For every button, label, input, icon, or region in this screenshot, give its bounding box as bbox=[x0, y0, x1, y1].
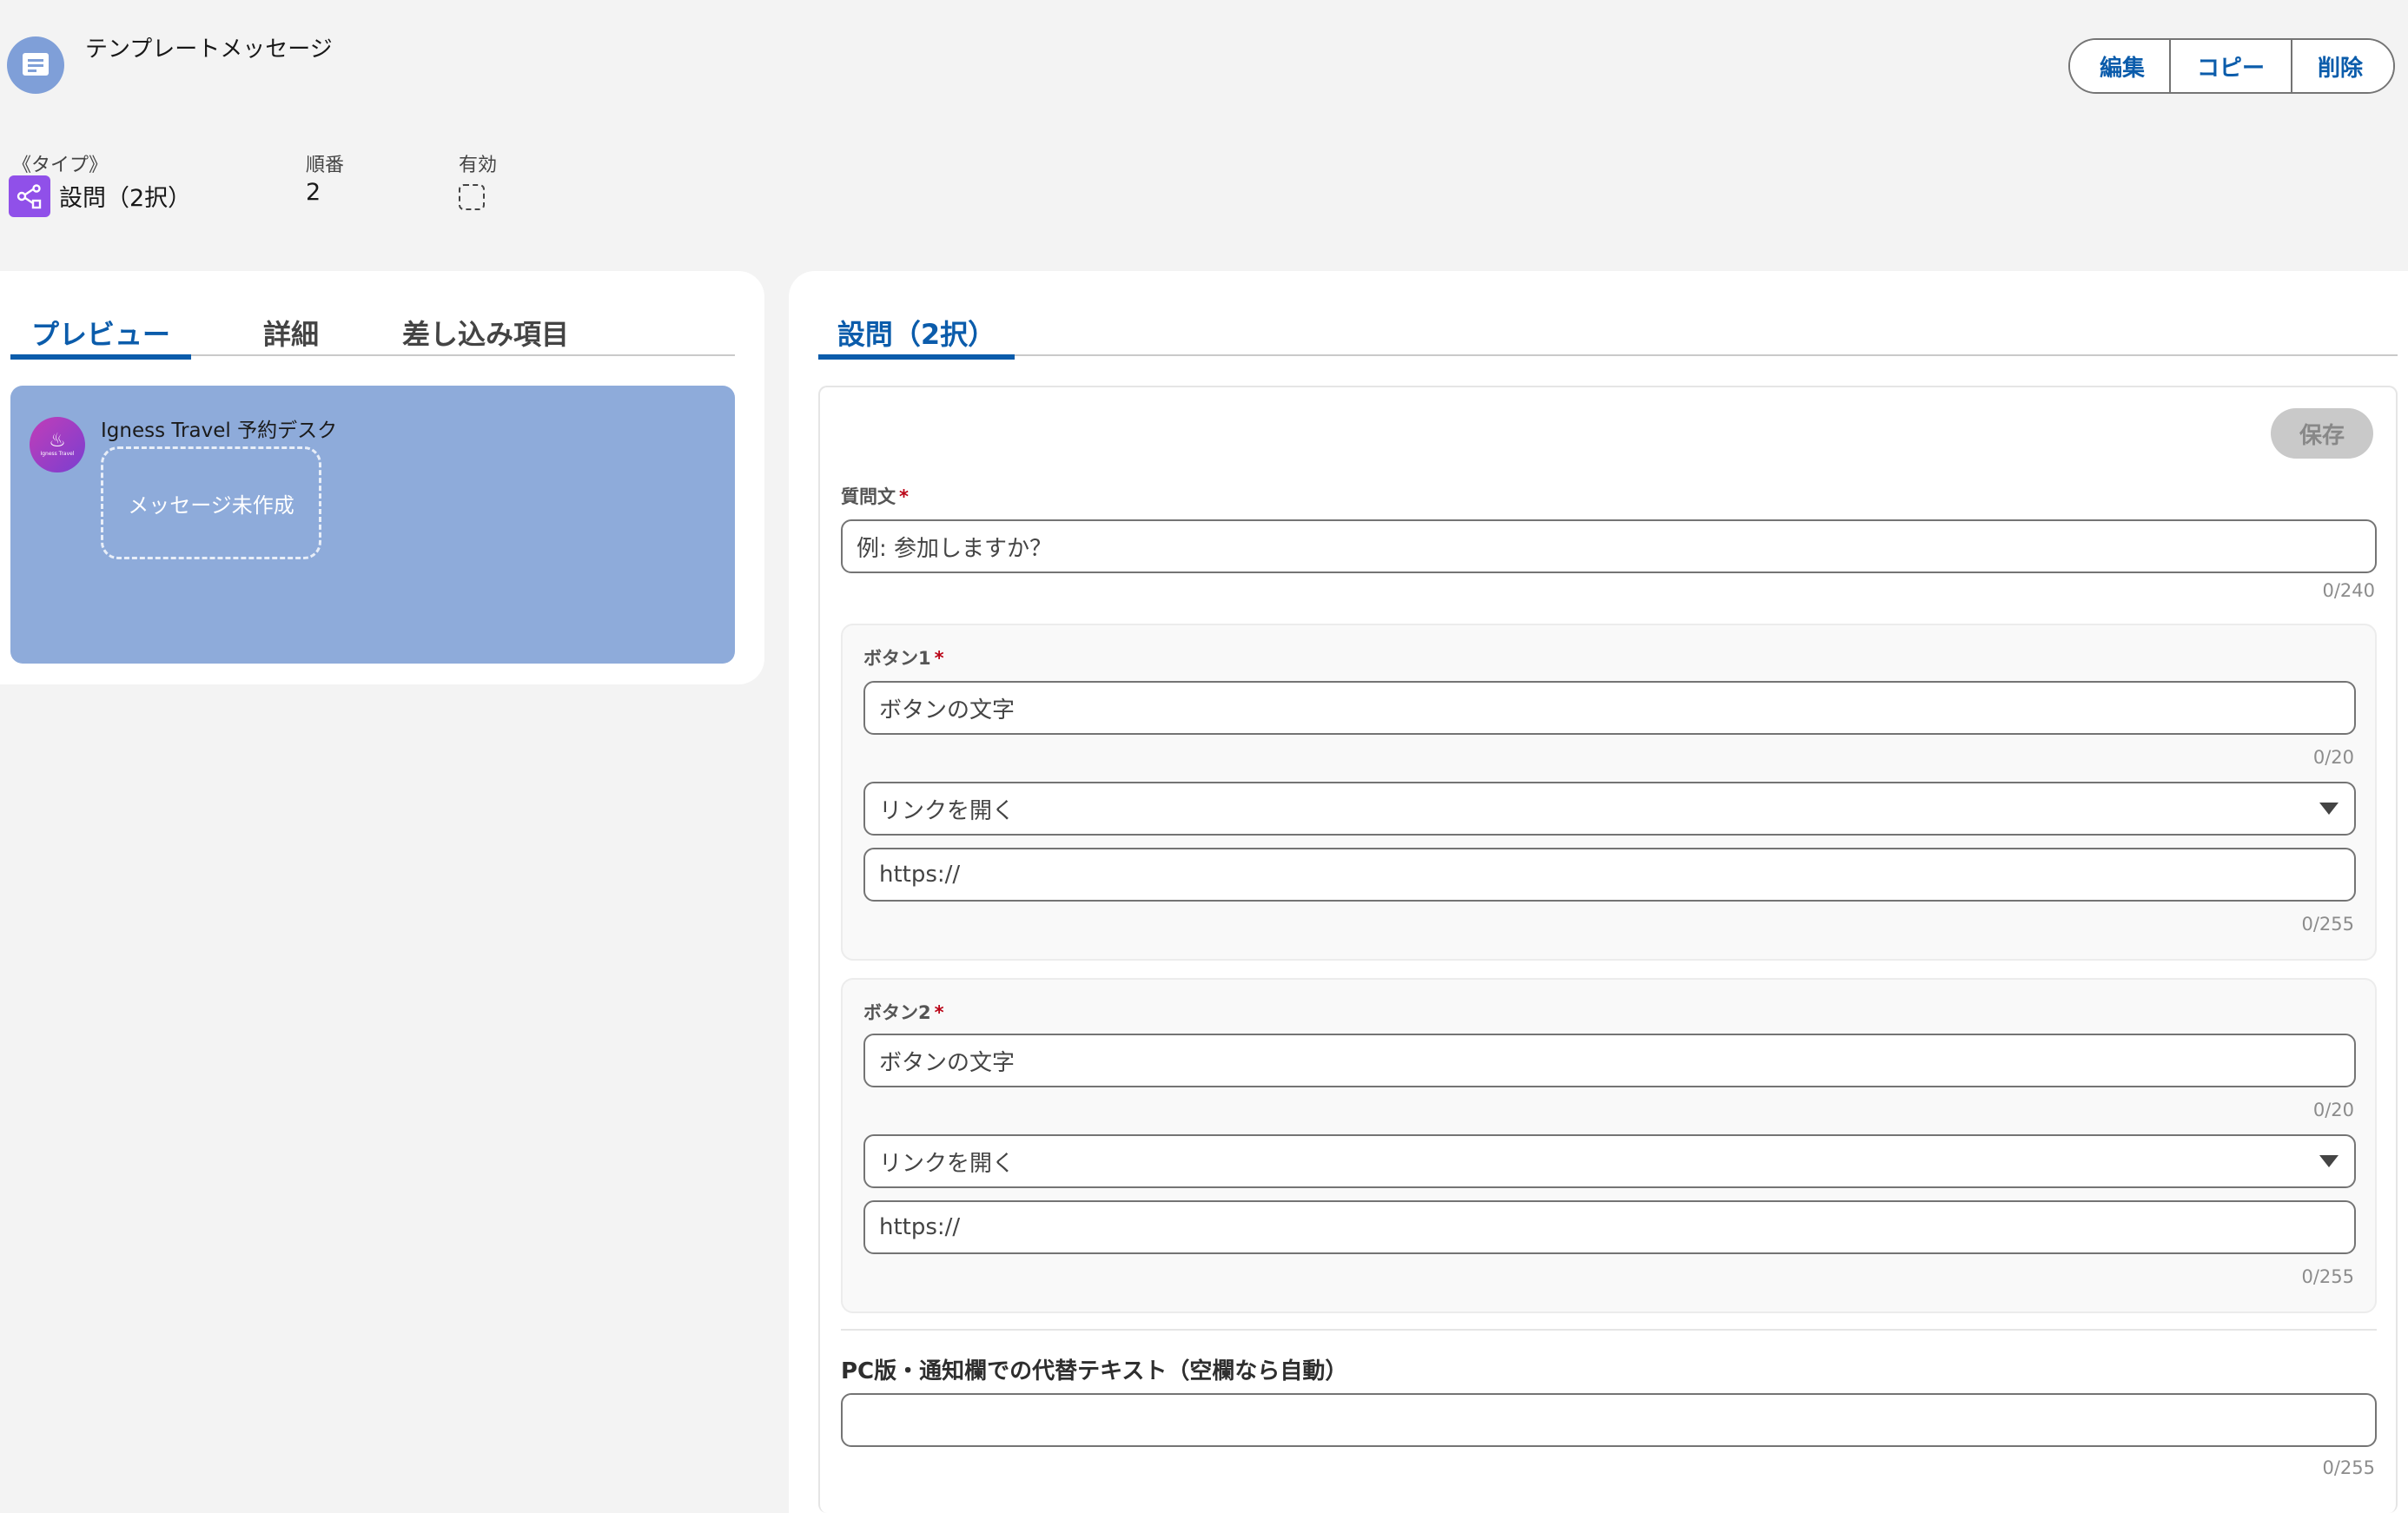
chevron-down-icon bbox=[2319, 803, 2339, 815]
button2-action-select[interactable]: リンクを開く bbox=[863, 1134, 2356, 1188]
button2-text-counter: 0/20 bbox=[2312, 1100, 2354, 1120]
button1-url-input[interactable]: https:// bbox=[863, 848, 2356, 902]
button2-action-value: リンクを開く bbox=[879, 1150, 1015, 1177]
active-label: 有効 bbox=[459, 155, 498, 176]
tab-merge-fields[interactable]: 差し込み項目 bbox=[386, 313, 585, 356]
delete-button[interactable]: 削除 bbox=[2291, 40, 2393, 92]
sender-name: Igness Travel 予約デスク bbox=[101, 420, 338, 442]
active-checkbox bbox=[459, 184, 485, 210]
order-label: 順番 bbox=[306, 155, 345, 176]
question-form: 保存 質問文 * 例: 参加しますか？ 0/240 ボタン1 * ボタンの文字 0/… bbox=[818, 386, 2398, 1513]
hot-spring-icon: ♨ bbox=[49, 430, 66, 452]
divider bbox=[841, 1329, 2377, 1331]
edit-button[interactable]: 編集 bbox=[2070, 40, 2169, 92]
button1-text-input[interactable]: ボタンの文字 bbox=[863, 681, 2356, 735]
button1-label: ボタン1 * bbox=[863, 648, 944, 669]
preview-card: プレビュー 詳細 差し込み項目 ♨ Igness Travel Igness T… bbox=[0, 271, 764, 684]
copy-button[interactable]: コピー bbox=[2169, 40, 2291, 92]
action-button-group: 編集 コピー 削除 bbox=[2068, 38, 2395, 94]
alt-text-counter: 0/255 bbox=[2322, 1457, 2375, 1478]
question-counter: 0/240 bbox=[2322, 580, 2375, 601]
button2-section: ボタン2 * ボタンの文字 0/20 リンクを開く https:// 0/255 bbox=[841, 978, 2377, 1313]
preview-tabs: プレビュー 詳細 差し込み項目 bbox=[10, 313, 735, 360]
button1-action-select[interactable]: リンクを開く bbox=[863, 782, 2356, 836]
button2-text-input[interactable]: ボタンの文字 bbox=[863, 1034, 2356, 1087]
branch-icon bbox=[9, 175, 50, 217]
page-title: テンプレートメッセージ bbox=[85, 36, 333, 63]
tab-details[interactable]: 詳細 bbox=[228, 313, 354, 356]
chevron-down-icon bbox=[2319, 1155, 2339, 1167]
button2-label: ボタン2 * bbox=[863, 1002, 944, 1023]
avatar-brand: Igness Travel bbox=[40, 451, 75, 457]
alt-text-input[interactable] bbox=[841, 1393, 2377, 1447]
button2-url-input[interactable]: https:// bbox=[863, 1200, 2356, 1254]
editor-card: 設問（2択） 保存 質問文 * 例: 参加しますか？ 0/240 ボタン1 * ボタ… bbox=[789, 271, 2408, 1513]
message-preview: ♨ Igness Travel Igness Travel 予約デスク メッセー… bbox=[10, 386, 735, 664]
tab-preview[interactable]: プレビュー bbox=[10, 313, 191, 360]
button2-url-counter: 0/255 bbox=[2301, 1266, 2354, 1287]
save-button[interactable]: 保存 bbox=[2271, 408, 2373, 459]
button1-section: ボタン1 * ボタンの文字 0/20 リンクを開く https:// 0/255 bbox=[841, 624, 2377, 961]
type-value: 設問（2択） bbox=[59, 185, 192, 212]
button1-url-counter: 0/255 bbox=[2301, 914, 2354, 935]
button1-text-counter: 0/20 bbox=[2312, 747, 2354, 768]
question-input[interactable]: 例: 参加しますか？ bbox=[841, 519, 2377, 573]
message-bubble: メッセージ未作成 bbox=[101, 446, 321, 559]
type-label: 《タイプ》 bbox=[12, 155, 109, 176]
question-label: 質問文 * bbox=[841, 486, 909, 507]
editor-tabs: 設問（2択） bbox=[818, 313, 2398, 360]
tab-question[interactable]: 設問（2択） bbox=[818, 313, 1015, 360]
order-value: 2 bbox=[306, 179, 321, 206]
alt-text-label: PC版・通知欄での代替テキスト（空欄なら自動） bbox=[841, 1358, 1348, 1384]
template-message-icon bbox=[7, 36, 64, 94]
button1-action-value: リンクを開く bbox=[879, 797, 1015, 824]
avatar: ♨ Igness Travel bbox=[30, 417, 85, 472]
